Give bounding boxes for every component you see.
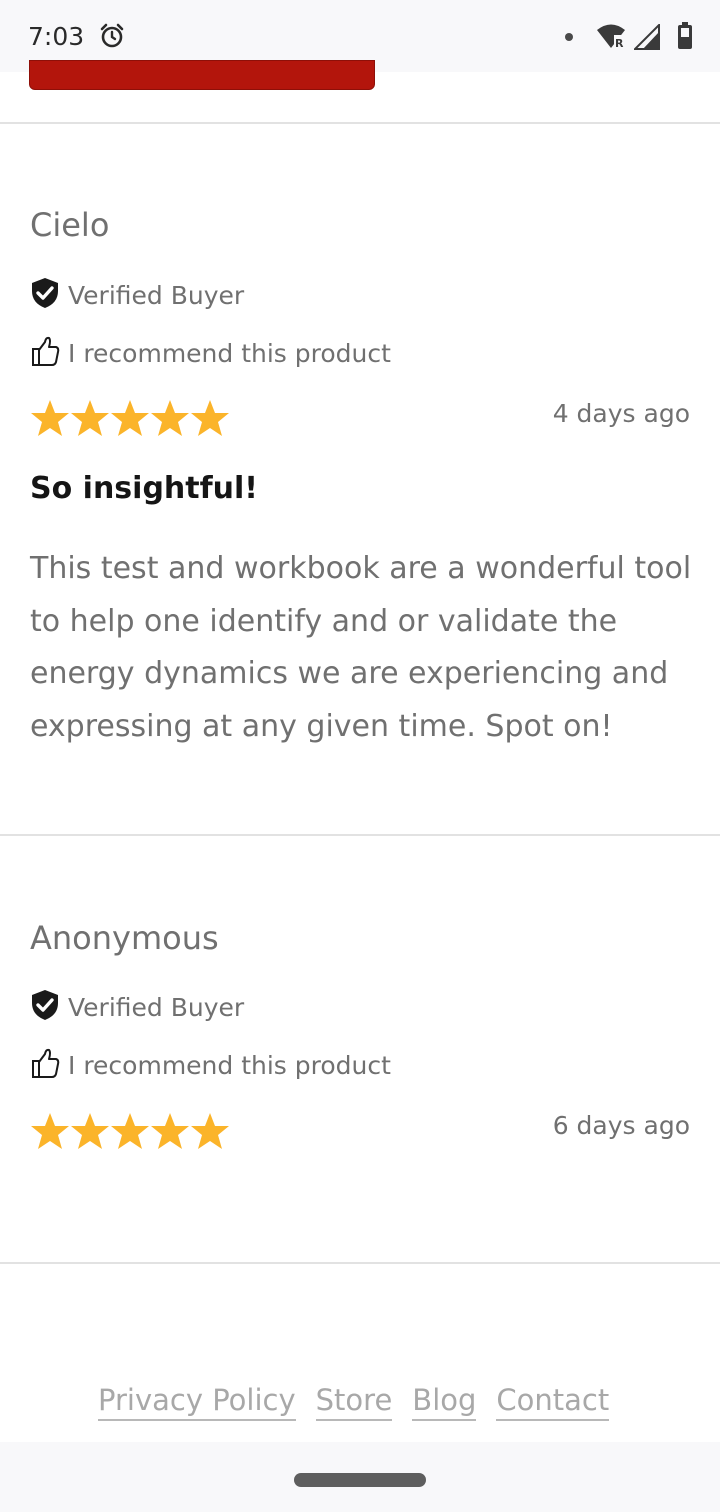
star-rating	[30, 1112, 230, 1150]
svg-text:R: R	[615, 37, 624, 49]
shield-check-icon	[30, 989, 60, 1025]
recommend-row: I recommend this product	[30, 1047, 391, 1083]
verified-buyer-row: Verified Buyer	[30, 989, 245, 1025]
reviewer-name: Cielo	[30, 206, 110, 244]
wifi-icon: R	[596, 23, 626, 53]
notification-dot-icon	[565, 33, 573, 41]
divider	[0, 834, 720, 836]
battery-icon	[677, 22, 693, 54]
review-body: This test and workbook are a wonderful t…	[30, 551, 692, 744]
recommend-label: I recommend this product	[68, 1050, 391, 1080]
signal-icon	[632, 22, 660, 54]
review-date: 6 days ago	[552, 1111, 690, 1140]
divider	[0, 122, 720, 124]
star-icon	[191, 1113, 229, 1149]
thumbs-up-icon	[30, 1047, 60, 1083]
star-icon	[31, 400, 69, 436]
star-icon	[31, 1113, 69, 1149]
reviewer-name: Anonymous	[30, 919, 219, 957]
footer-links: Privacy Policy Store Blog Contact	[98, 1383, 610, 1421]
review-title: So insightful!	[30, 471, 258, 506]
star-icon	[151, 1113, 189, 1149]
verified-buyer-row: Verified Buyer	[30, 277, 245, 313]
home-gesture-handle[interactable]	[294, 1473, 426, 1487]
status-time: 7:03	[28, 22, 85, 51]
star-rating	[30, 399, 230, 437]
verified-buyer-label: Verified Buyer	[68, 992, 245, 1022]
footer-link-privacy-policy[interactable]: Privacy Policy	[98, 1383, 296, 1421]
alarm-icon	[98, 22, 126, 54]
star-icon	[111, 400, 149, 436]
thumbs-up-icon	[30, 335, 60, 371]
recommend-label: I recommend this product	[68, 338, 391, 368]
star-icon	[191, 400, 229, 436]
footer-link-store[interactable]: Store	[315, 1383, 393, 1421]
footer-link-blog[interactable]: Blog	[412, 1383, 477, 1421]
recommend-row: I recommend this product	[30, 335, 391, 371]
star-icon	[71, 1113, 109, 1149]
review-date: 4 days ago	[552, 399, 690, 428]
shield-check-icon	[30, 277, 60, 313]
star-icon	[71, 400, 109, 436]
star-icon	[111, 1113, 149, 1149]
divider	[0, 1262, 720, 1264]
star-icon	[151, 400, 189, 436]
navigation-bar	[0, 1442, 720, 1512]
red-action-button[interactable]	[29, 60, 375, 90]
verified-buyer-label: Verified Buyer	[68, 280, 245, 310]
footer-link-contact[interactable]: Contact	[496, 1383, 610, 1421]
